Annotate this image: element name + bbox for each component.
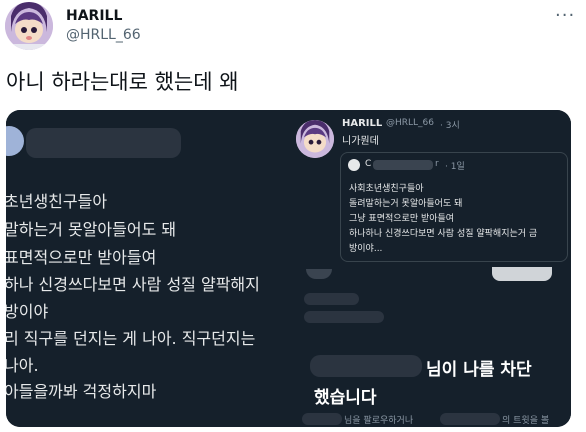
blurred-text-1 [304, 293, 359, 305]
reply-avatar [296, 120, 334, 158]
quoted-line-3: 그냥 표면적으로만 받아들여 [349, 214, 455, 224]
post-line-7: 나아. [6, 356, 39, 375]
quoted-name-initial: C [365, 159, 372, 169]
quoted-line-2: 돌려말하는거 못알아들어도 돼 [349, 199, 463, 209]
quoted-time: · 1일 [445, 162, 465, 172]
media-image-left[interactable]: 초년생친구들아 말하는거 못알아들어도 돼 표면적으로만 받아들여 하나 신경쓰… [6, 110, 290, 427]
quoted-name-blur [373, 160, 433, 170]
block-notice-sub: 님을 팔로우하거나 [344, 416, 414, 426]
post-line-8: 아들을까봐 걱정하지마 [6, 382, 157, 401]
reply-handle: @HRLL_66 [386, 118, 435, 128]
block-notice-line-2: 했습니다 [314, 388, 377, 408]
tweet-text: 아니 하라는대로 했는데 왜 [6, 70, 239, 94]
tweet-media[interactable]: 초년생친구들아 말하는거 못알아들어도 돼 표면적으로만 받아들여 하나 신경쓰… [6, 110, 571, 427]
post-line-2: 말하는거 못알아들어도 돼 [6, 220, 177, 239]
quoted-line-5: 방이야... [349, 244, 383, 254]
author-handle[interactable]: @HRLL_66 [66, 27, 141, 43]
post-line-4: 하나 신경쓰다보면 사람 성질 얄팍해지 [6, 275, 260, 294]
post-line-3: 표면적으로만 받아들여 [6, 248, 157, 267]
block-notice-line-1: 님이 나를 차단 [426, 360, 532, 380]
media-image-top-right[interactable]: HARILL @HRLL_66 · 3시 니가뭔데 C r · 1일 사회초년생… [292, 110, 571, 265]
blurred-sub-1 [302, 413, 342, 425]
reply-text: 니가뭔데 [342, 136, 379, 147]
quoted-line-4: 하나하나 신경쓰다보면 사람 성질 얄팍해지는거 금 [349, 229, 538, 239]
post-line-1: 초년생친구들아 [6, 192, 108, 211]
author-name[interactable]: HARILL [66, 8, 122, 24]
blurred-avatar [6, 126, 24, 156]
reply-time: · 3시 [440, 121, 460, 131]
blurred-sub-2 [440, 413, 500, 425]
more-options-icon[interactable]: ··· [555, 5, 575, 26]
blurred-username [26, 128, 181, 158]
media-image-bottom-right[interactable]: 님이 나를 차단 했습니다 님을 팔로우하거나 의 트윗을 볼 [292, 267, 571, 427]
quoted-tweet-card: C r · 1일 사회초년생친구들아 돌려말하는거 못알아들어도 돼 그냥 표면… [340, 152, 568, 262]
quoted-line-1: 사회초년생친구들아 [349, 184, 424, 194]
reply-name: HARILL [342, 118, 383, 129]
quoted-suffix: r [435, 159, 439, 169]
blurred-username-large [310, 355, 422, 377]
blurred-button [492, 267, 552, 281]
author-avatar[interactable] [5, 2, 53, 50]
block-notice-sub-2: 의 트윗을 볼 [502, 416, 550, 426]
blurred-text-2 [304, 311, 384, 323]
quoted-avatar [348, 159, 360, 171]
blurred-avatar-small [306, 269, 332, 279]
post-line-6: 리 직구를 던지는 게 나아. 직구던지는 [6, 329, 256, 348]
post-line-5: 방이야 [6, 302, 49, 321]
